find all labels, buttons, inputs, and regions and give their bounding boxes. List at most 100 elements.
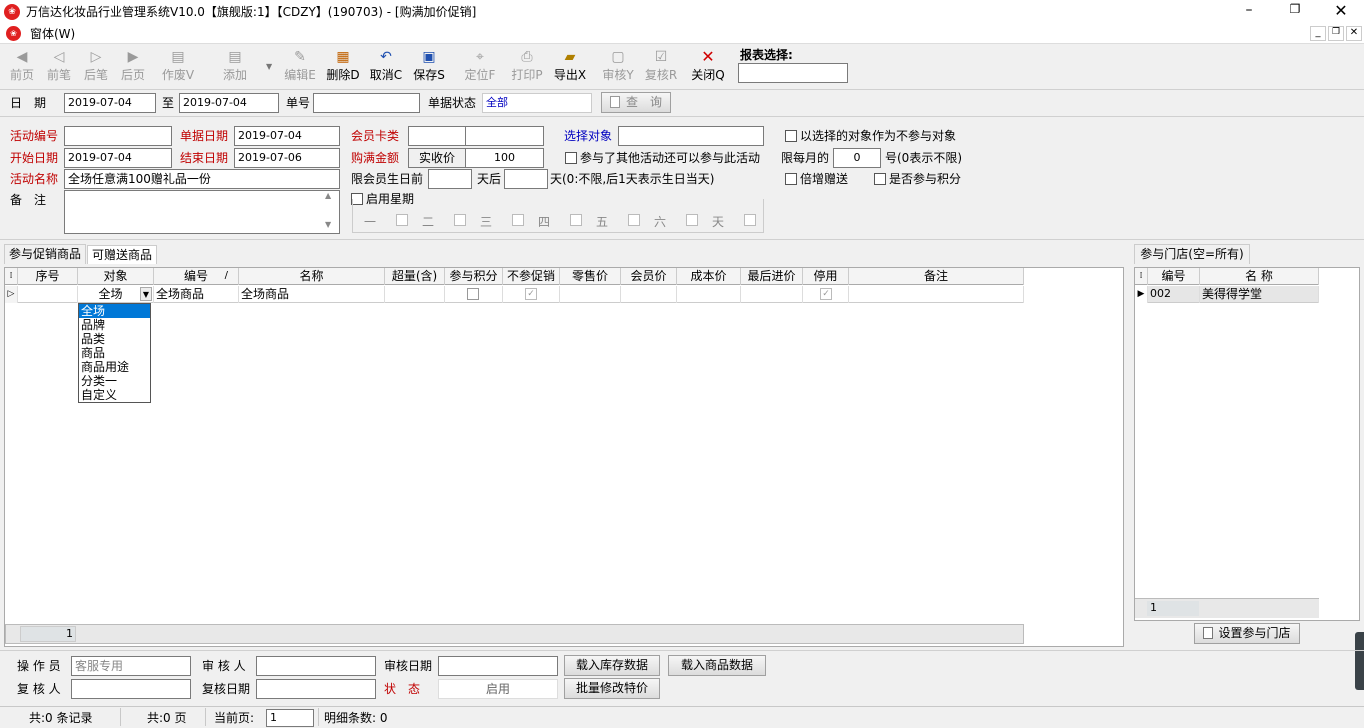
end-date-field[interactable]: 2019-07-06 (234, 148, 340, 168)
col-name[interactable]: 名称 (239, 268, 385, 285)
current-page-field[interactable]: 1 (266, 709, 314, 727)
cell-retail-price[interactable] (560, 286, 621, 303)
col-retail-price[interactable]: 零售价 (560, 268, 621, 285)
void-button[interactable]: ▤ 作废V (160, 47, 196, 87)
cancel-button[interactable]: ↶ 取消C (368, 47, 404, 87)
cell-over-qty[interactable] (385, 286, 445, 303)
exclude-target-checkbox[interactable] (785, 130, 797, 142)
activity-no-field[interactable] (64, 126, 172, 146)
remark-scroll-down-icon[interactable]: ▼ (325, 220, 331, 229)
col-cost-price[interactable]: 成本价 (677, 268, 741, 285)
col-last-price[interactable]: 最后进价 (741, 268, 803, 285)
member-card-field-1[interactable] (408, 126, 466, 146)
load-stock-button[interactable]: 载入库存数据 (564, 655, 660, 676)
menu-window[interactable]: 窗体(W) (30, 26, 75, 42)
edit-button[interactable]: ✎ 编辑E (282, 47, 318, 87)
select-target-field[interactable] (618, 126, 764, 146)
save-button[interactable]: ▣ 保存S (411, 47, 447, 87)
cell-name[interactable]: 全场商品 (239, 286, 385, 303)
dropdown-option[interactable]: 分类一 (79, 374, 150, 388)
date-to-field[interactable]: 2019-07-04 (179, 93, 279, 113)
delete-button[interactable]: ▦ 删除D (325, 47, 361, 87)
weekday-2-checkbox[interactable] (454, 214, 466, 226)
recheck-button[interactable]: ☑ 复核R (643, 47, 679, 87)
start-date-field[interactable]: 2019-07-04 (64, 148, 172, 168)
col-over-qty[interactable]: 超量(含) (385, 268, 445, 285)
col-member-price[interactable]: 会员价 (621, 268, 677, 285)
mdi-minimize-icon[interactable]: _ (1310, 26, 1326, 41)
cell-member-price[interactable] (621, 286, 677, 303)
weekday-1-checkbox[interactable] (396, 214, 408, 226)
tab-stores[interactable]: 参与门店(空=所有) (1134, 244, 1250, 264)
activity-name-field[interactable]: 全场任意满100赠礼品一份 (64, 169, 340, 189)
recheck-date-field[interactable] (256, 679, 376, 699)
dropdown-option[interactable]: 商品用途 (79, 360, 150, 374)
date-from-field[interactable]: 2019-07-04 (64, 93, 156, 113)
paid-price-field[interactable]: 100 (465, 148, 544, 168)
member-card-field-2[interactable] (465, 126, 544, 146)
weekday-6-checkbox[interactable] (686, 214, 698, 226)
rechecker-field[interactable] (71, 679, 191, 699)
cell-object-combo[interactable]: 全场 ▼ (78, 286, 154, 303)
add-button[interactable]: ▤ 添加 (217, 47, 253, 87)
mdi-close-icon[interactable]: ✕ (1346, 26, 1362, 41)
operator-field[interactable]: 客服专用 (71, 656, 191, 676)
cell-seq[interactable] (18, 286, 78, 303)
tab-gift-goods[interactable]: 可赠送商品 (87, 245, 157, 264)
report-select-field[interactable] (738, 63, 848, 83)
doc-no-field[interactable] (313, 93, 420, 113)
col-no-promo[interactable]: 不参促销 (503, 268, 560, 285)
col-disabled[interactable]: 停用 (803, 268, 849, 285)
disabled-cell-checkbox[interactable]: ✓ (820, 288, 832, 300)
dropdown-option[interactable]: 自定义 (79, 388, 150, 402)
cell-join-points[interactable] (445, 286, 503, 303)
export-button[interactable]: ▰ 导出X (552, 47, 588, 87)
close-button[interactable]: ✕ 关闭Q (690, 47, 726, 87)
join-points-checkbox[interactable] (874, 173, 886, 185)
birthday-after-field[interactable] (504, 169, 548, 189)
weekday-7-checkbox[interactable] (744, 214, 756, 226)
birthday-before-field[interactable] (428, 169, 472, 189)
prev-record-button[interactable]: ◁ 前笔 (41, 47, 77, 87)
double-gift-checkbox[interactable] (785, 173, 797, 185)
col-store-code[interactable]: 编号 (1148, 268, 1200, 285)
weekday-4-checkbox[interactable] (570, 214, 582, 226)
dropdown-option[interactable]: 品牌 (79, 318, 150, 332)
cell-last-price[interactable] (741, 286, 803, 303)
cell-no-promo[interactable]: ✓ (503, 286, 560, 303)
monthly-day-field[interactable]: 0 (833, 148, 881, 168)
cell-store-name[interactable]: 美得得学堂 (1200, 286, 1319, 303)
col-store-name[interactable]: 名 称 (1200, 268, 1319, 285)
weekday-5-checkbox[interactable] (628, 214, 640, 226)
window-close-icon[interactable]: ✕ (1330, 1, 1352, 21)
status-filter-select[interactable]: 全部 (482, 93, 592, 113)
store-row[interactable]: ▶ 002 美得得学堂 (1135, 286, 1319, 303)
first-page-button[interactable]: ◀ 前页 (4, 47, 40, 87)
minimize-icon[interactable]: – (1238, 2, 1260, 22)
remark-field[interactable] (64, 190, 340, 234)
dropdown-option[interactable]: 品类 (79, 332, 150, 346)
audit-button[interactable]: ▢ 审核Y (600, 47, 636, 87)
print-button[interactable]: ⎙ 打印P (509, 47, 545, 87)
last-page-button[interactable]: ▶ 后页 (115, 47, 151, 87)
batch-price-button[interactable]: 批量修改特价 (564, 678, 660, 699)
cell-remark[interactable] (849, 286, 1024, 303)
cell-cost-price[interactable] (677, 286, 741, 303)
next-record-button[interactable]: ▷ 后笔 (78, 47, 114, 87)
mdi-restore-icon[interactable]: ❐ (1328, 26, 1344, 41)
dropdown-option[interactable]: 商品 (79, 346, 150, 360)
restore-icon[interactable]: ❐ (1284, 2, 1306, 22)
cell-disabled[interactable]: ✓ (803, 286, 849, 303)
add-dropdown-icon[interactable]: ▼ (266, 62, 272, 71)
join-points-cell-checkbox[interactable] (467, 288, 479, 300)
tab-promo-goods[interactable]: 参与促销商品 (4, 244, 86, 264)
query-button[interactable]: 查 询 (601, 92, 671, 113)
audit-date-field[interactable] (438, 656, 558, 676)
col-code[interactable]: 编号 / (154, 268, 239, 285)
auditor-field[interactable] (256, 656, 376, 676)
doc-date-field[interactable]: 2019-07-04 (234, 126, 340, 146)
remark-scroll-up-icon[interactable]: ▲ (325, 191, 331, 200)
no-promo-cell-checkbox[interactable]: ✓ (525, 288, 537, 300)
load-goods-button[interactable]: 载入商品数据 (668, 655, 766, 676)
dropdown-option[interactable]: 全场 (79, 304, 150, 318)
